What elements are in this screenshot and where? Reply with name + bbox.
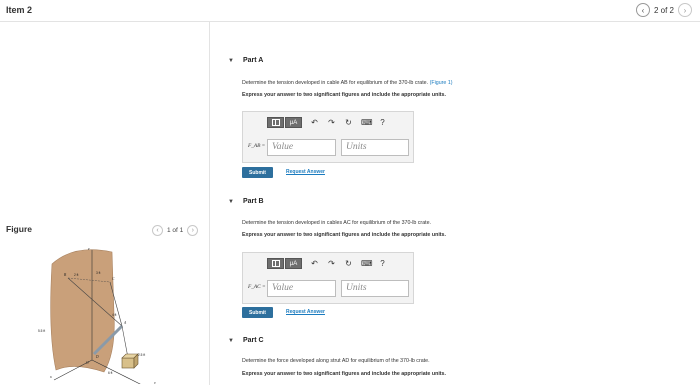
templates-button[interactable] [267, 117, 284, 128]
figure-title: Figure [6, 224, 32, 234]
part-b-submit-button[interactable]: Submit [242, 307, 273, 318]
figure-pager-label: 1 of 1 [167, 227, 184, 234]
prev-figure-button[interactable]: ‹ [152, 225, 163, 236]
item-title: Item 2 [6, 5, 33, 15]
templates-button[interactable] [267, 258, 284, 269]
item-pager: ‹ 2 of 2 › [635, 3, 692, 17]
dim-3ft-label: 3 ft [96, 271, 101, 275]
mu-icon: μA [289, 260, 298, 267]
caret-down-icon: ▼ [228, 198, 234, 205]
point-a-label: A [123, 321, 127, 325]
chevron-right-icon: › [683, 5, 687, 15]
y-axis-label: y [153, 380, 156, 384]
part-c-section: ▼ Part C [228, 337, 528, 344]
figure-pager: ‹ 1 of 1 › [152, 225, 199, 236]
template-icon [271, 119, 280, 126]
part-b-section: ▼ Part B [228, 198, 528, 205]
point-c-label: C [112, 277, 115, 281]
dim-2-5ft-label: 2.5 ft [138, 353, 145, 357]
prev-item-button[interactable]: ‹ [635, 3, 650, 17]
chevron-right-icon: › [191, 227, 194, 234]
f-ac-label: F_AC = [248, 284, 266, 290]
part-b-instruction: Express your answer to two significant f… [242, 232, 446, 238]
dim-4ft-label: 4 ft [112, 313, 117, 317]
top-bar: Item 2 ‹ 2 of 2 › [0, 0, 700, 22]
part-a-header[interactable]: ▼ Part A [228, 57, 528, 64]
part-a-question-text: Determine the tension developed in cable… [242, 80, 429, 86]
units-button[interactable]: μA [285, 117, 302, 128]
keyboard-icon[interactable]: ⌨ [361, 118, 373, 127]
caret-down-icon: ▼ [228, 337, 234, 344]
reset-icon[interactable]: ↻ [344, 118, 353, 127]
mu-icon: μA [289, 119, 298, 126]
part-a-submit-button[interactable]: Submit [242, 167, 273, 178]
f-ab-label: F_AB = [248, 143, 266, 149]
reset-icon[interactable]: ↻ [344, 259, 353, 268]
pager-label: 2 of 2 [653, 5, 674, 15]
part-b-header[interactable]: ▼ Part B [228, 198, 528, 205]
question-pane: ▼ Part A Determine the tension developed… [228, 22, 700, 385]
undo-icon[interactable]: ↶ [310, 118, 319, 127]
part-a-toolbar: μA ↶ ↷ ↻ ⌨ ? [267, 117, 387, 128]
part-b-value-input[interactable]: Value [267, 280, 336, 297]
part-b-question: Determine the tension developed in cable… [242, 220, 432, 226]
keyboard-icon[interactable]: ⌨ [361, 259, 373, 268]
part-c-label: Part C [242, 337, 264, 344]
undo-icon[interactable]: ↶ [310, 259, 319, 268]
part-c-question: Determine the force developed along stru… [242, 358, 430, 364]
point-o-label: O [86, 361, 89, 365]
next-item-button[interactable]: › [678, 3, 692, 17]
part-a-units-input[interactable]: Units [341, 139, 409, 156]
part-a-value-input[interactable]: Value [267, 139, 336, 156]
crate-cable [121, 325, 129, 359]
x-axis-label: x [49, 374, 52, 379]
part-b-answer-box: μA ↶ ↷ ↻ ⌨ ? F_AC = Value Units [242, 252, 414, 304]
part-b-label: Part B [242, 198, 264, 205]
caret-down-icon: ▼ [228, 57, 234, 64]
part-a-question: Determine the tension developed in cable… [242, 80, 453, 86]
figure-pane: Figure ‹ 1 of 1 › z y x 2 ft 3 ft 4 ft 5… [0, 22, 210, 385]
crate-cable-diagram[interactable]: z y x 2 ft 3 ft 4 ft 5.5 ft 6 ft 2.5 ft … [34, 244, 174, 384]
dim-6ft-label: 6 ft [108, 371, 113, 375]
part-a-request-answer-link[interactable]: Request Answer [286, 169, 325, 175]
part-a-label: Part A [242, 57, 264, 64]
part-b-request-answer-link[interactable]: Request Answer [286, 309, 325, 315]
help-icon[interactable]: ? [378, 259, 387, 268]
z-axis-label: z [87, 246, 90, 251]
chevron-left-icon: ‹ [156, 227, 159, 234]
crate [121, 353, 139, 369]
point-d-label: D [95, 355, 99, 359]
chevron-left-icon: ‹ [641, 5, 645, 15]
part-a-instruction: Express your answer to two significant f… [242, 92, 446, 98]
redo-icon[interactable]: ↷ [327, 259, 336, 268]
template-icon [271, 260, 280, 267]
part-c-instruction: Express your answer to two significant f… [242, 371, 446, 377]
part-b-units-input[interactable]: Units [341, 280, 409, 297]
dim-5-5ft-label: 5.5 ft [38, 329, 45, 333]
figure-link[interactable]: (Figure 1) [430, 80, 453, 86]
part-b-toolbar: μA ↶ ↷ ↻ ⌨ ? [267, 258, 387, 269]
redo-icon[interactable]: ↷ [327, 118, 336, 127]
dim-2ft-label: 2 ft [74, 273, 79, 277]
part-a-section: ▼ Part A [228, 57, 528, 64]
help-icon[interactable]: ? [378, 118, 387, 127]
part-c-header[interactable]: ▼ Part C [228, 337, 528, 344]
next-figure-button[interactable]: › [187, 225, 199, 236]
part-a-answer-box: μA ↶ ↷ ↻ ⌨ ? F_AB = Value Units [242, 111, 414, 163]
units-button[interactable]: μA [285, 258, 302, 269]
